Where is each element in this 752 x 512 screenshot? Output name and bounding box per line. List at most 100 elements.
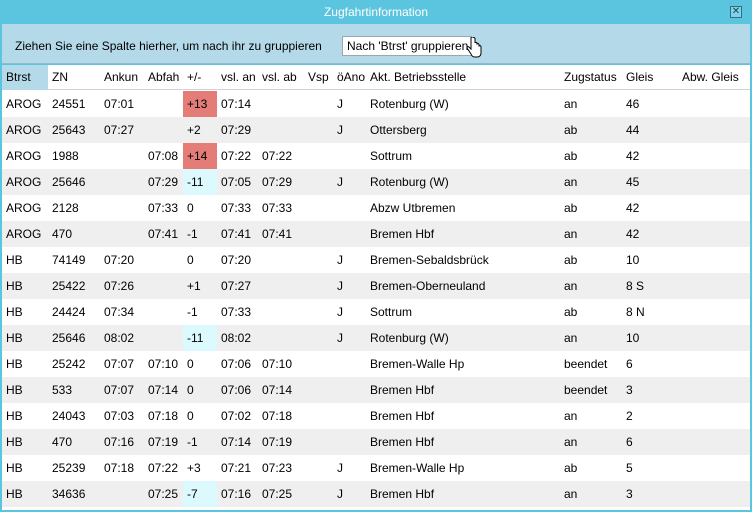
cell-gleis: 42 [626,149,640,163]
cell-abw-gleis [678,429,750,455]
cell-oano: J [337,253,343,267]
column-header-btrst[interactable]: Btrst [2,65,48,90]
cell-oano [333,143,366,169]
cell-delay: +13 [183,91,217,117]
column-header-vsl-ab[interactable]: vsl. ab [258,65,304,90]
table-row[interactable]: AROG 2128 07:33 0 07:33 07:33 Abzw Utbremen ab 4… [2,195,750,221]
cell-gleis: 46 [626,97,640,111]
cell-zugstatus: an [564,97,578,111]
cell-abw-gleis [678,299,750,325]
cell-abw-gleis [678,143,750,169]
cell-betriebsstelle: Bremen-Walle Hp [370,357,465,371]
group-by-btrst-button[interactable]: Nach 'Btrst' gruppieren [342,36,472,56]
column-header-vsp[interactable]: Vsp [304,65,333,90]
cell-ankunft [100,221,144,247]
cell-zn: 2128 [52,201,79,215]
table-row[interactable]: HB 34636 07:25 -7 07:16 07:25 J Bremen Hbf an 3 [2,481,750,507]
cell-zugstatus: beendet [564,357,608,371]
cell-oano: J [337,461,343,475]
cell-delay: -1 [187,305,198,319]
table-row[interactable]: HB 25239 07:18 07:22 +3 07:21 07:23 J Bremen-Wal… [2,455,750,481]
cell-btrst: AROG [6,123,42,137]
table-row[interactable]: HB 25422 07:26 +1 07:27 J Bremen-Oberneuland an… [2,273,750,299]
cell-abfahrt: 07:29 [148,175,179,189]
cell-vsp [304,117,333,143]
column-header-vsl-an[interactable]: vsl. an [217,65,258,90]
cell-betriebsstelle: Bremen Hbf [370,383,435,397]
cell-vsl-ab [258,299,304,325]
cell-vsp [304,325,333,351]
cell-betriebsstelle: Bremen Hbf [370,227,435,241]
table-row[interactable]: HB 24043 07:03 07:18 0 07:02 07:18 Bremen Hbf an… [2,403,750,429]
cell-vsl-ab: 07:23 [262,461,293,475]
cell-vsp [304,91,333,117]
cell-vsp [304,273,333,299]
table-row[interactable]: AROG 470 07:41 -1 07:41 07:41 Bremen Hbf an 42 [2,221,750,247]
table-row[interactable]: HB 25646 08:02 -11 08:02 J Rotenburg (W) an 10 [2,325,750,351]
column-header-delay[interactable]: +/- [183,65,217,90]
hand-cursor-icon [466,37,482,58]
cell-vsl-an: 07:16 [221,487,252,501]
cell-delay: 0 [187,357,194,371]
column-header-ankunft[interactable]: Ankun [100,65,144,90]
cell-btrst: HB [6,409,23,423]
cell-ankunft: 07:16 [104,435,135,449]
cell-delay: -7 [183,481,217,507]
cell-gleis: 2 [626,409,633,423]
table-row[interactable]: HB 25242 07:07 07:10 0 07:06 07:10 Bremen-Walle… [2,351,750,377]
column-header-abfahrt[interactable]: Abfah [144,65,183,90]
close-icon[interactable]: ✕ [730,6,742,18]
cell-zn: 25646 [52,175,86,189]
cell-abfahrt: 07:25 [148,487,179,501]
cell-zugstatus: an [564,435,578,449]
table-row[interactable]: HB 470 07:16 07:19 -1 07:14 07:19 Bremen Hbf an 6 [2,429,750,455]
cell-betriebsstelle: Rotenburg (W) [370,331,449,345]
cell-betriebsstelle: Bremen-Walle Hp [370,461,465,475]
table-row[interactable]: AROG 25646 07:29 -11 07:05 07:29 J Rotenburg (W… [2,169,750,195]
cell-btrst: HB [6,435,23,449]
column-header-abw-gleis[interactable]: Abw. Gleis [678,65,750,90]
cell-delay: -11 [183,169,217,195]
cell-zn: 24424 [52,305,86,319]
cell-abw-gleis [678,351,750,377]
cell-oano: J [337,97,343,111]
cell-vsl-ab: 07:25 [262,487,293,501]
cell-vsl-ab: 07:29 [262,175,293,189]
cell-betriebsstelle: Bremen-Sebaldsbrück [370,253,489,267]
cell-zn: 34636 [52,487,86,501]
table-row[interactable]: HB 533 07:07 07:14 0 07:06 07:14 Bremen Hbf been… [2,377,750,403]
cell-zugstatus: an [564,409,578,423]
table-row[interactable]: AROG 25643 07:27 +2 07:29 J Ottersberg ab 44 [2,117,750,143]
cell-oano [333,195,366,221]
cell-vsl-an: 07:41 [221,227,252,241]
cell-betriebsstelle: Bremen Hbf [370,487,435,501]
cell-vsl-ab [258,91,304,117]
group-panel[interactable]: Ziehen Sie eine Spalte hierher, um nach … [2,24,750,64]
cell-abfahrt: 07:14 [148,383,179,397]
cell-vsl-an: 07:29 [221,123,252,137]
cell-btrst: AROG [6,149,42,163]
column-header-zugstatus[interactable]: Zugstatus [560,65,622,90]
cell-delay: -1 [187,227,198,241]
cell-oano: J [337,331,343,345]
cell-vsl-ab: 07:18 [262,409,293,423]
cell-zugstatus: ab [564,149,578,163]
cell-btrst: AROG [6,175,42,189]
cell-delay: -1 [187,435,198,449]
column-header-gleis[interactable]: Gleis [622,65,678,90]
table-row[interactable]: AROG 1988 07:08 +14 07:22 07:22 Sottrum ab 42 [2,143,750,169]
cell-ankunft [100,195,144,221]
cell-abw-gleis [678,169,750,195]
column-header-betriebsstelle[interactable]: Akt. Betriebsstelle [366,65,560,90]
table-row[interactable]: HB 74149 07:20 0 07:20 J Bremen-Sebaldsbrück ab… [2,247,750,273]
cell-abw-gleis [678,91,750,117]
table-row[interactable]: HB 24424 07:34 -1 07:33 J Sottrum ab 8 N [2,299,750,325]
table-row[interactable]: AROG 24551 07:01 +13 07:14 J Rotenburg (W) an 46 [2,91,750,117]
column-header-oano[interactable]: öAno [333,65,366,90]
cell-zn: 25422 [52,279,86,293]
cell-betriebsstelle: Sottrum [370,149,413,163]
cell-gleis: 10 [626,331,640,345]
cell-vsl-ab: 07:41 [262,227,293,241]
column-header-zn[interactable]: ZN [48,65,100,90]
cell-zn: 25643 [52,123,86,137]
